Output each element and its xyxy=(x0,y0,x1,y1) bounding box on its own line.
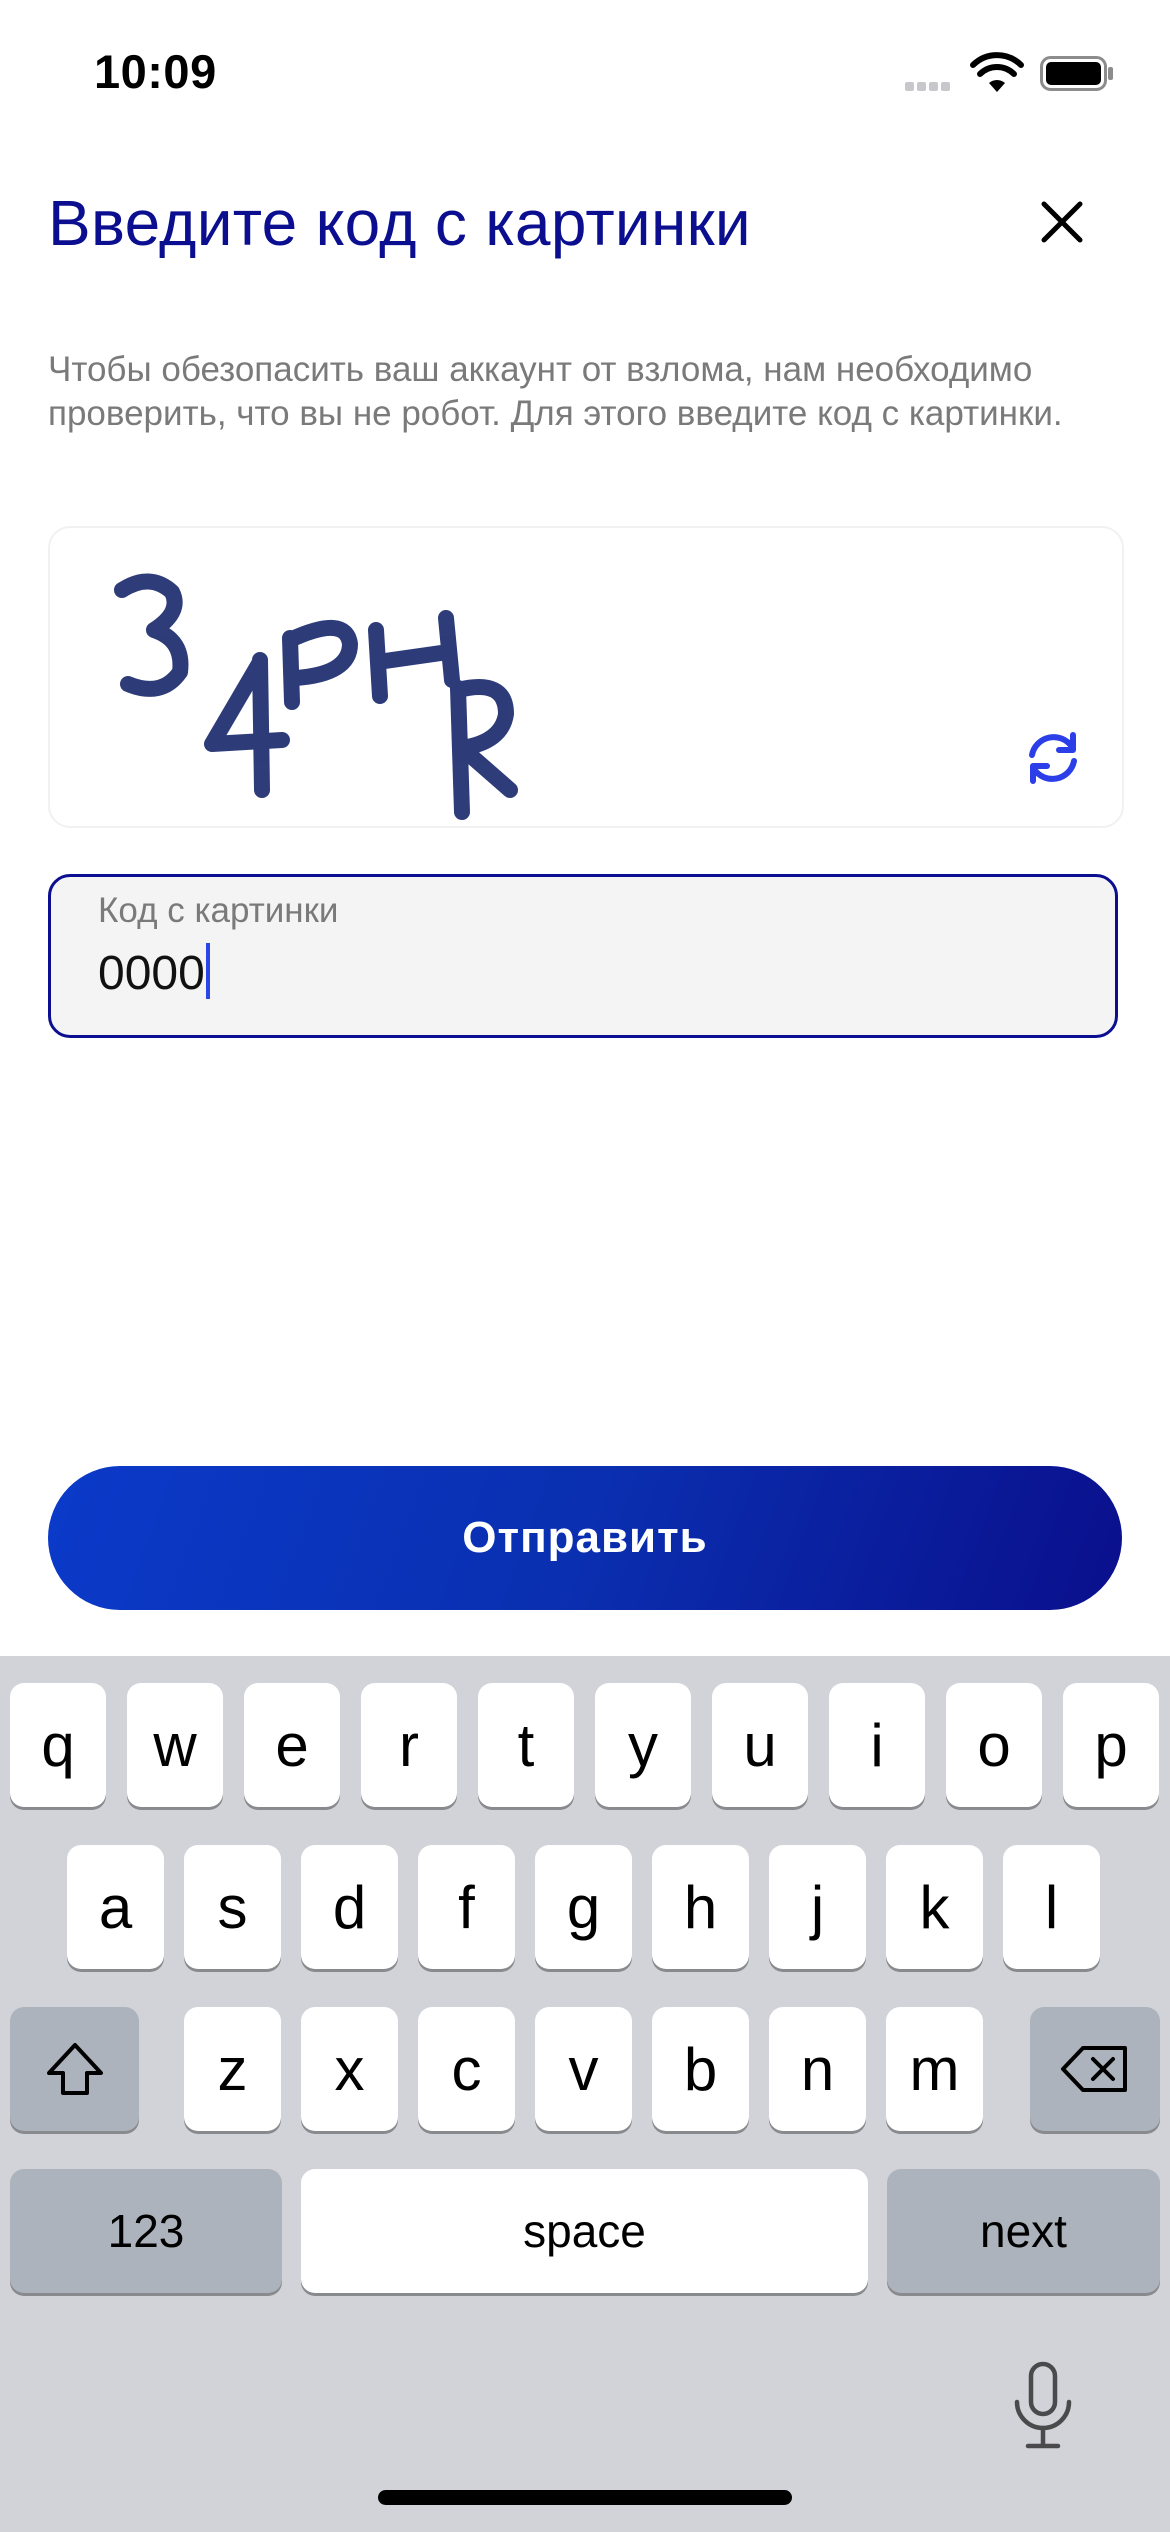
key-s[interactable]: s xyxy=(184,1845,281,1969)
text-caret xyxy=(205,943,210,999)
signal-icon xyxy=(905,78,959,91)
key-c[interactable]: c xyxy=(418,2007,515,2131)
microphone-icon[interactable] xyxy=(1008,2360,1078,2452)
backspace-icon xyxy=(1061,2046,1127,2092)
space-key[interactable]: space xyxy=(301,2169,868,2293)
page-title: Введите код с картинки xyxy=(48,187,751,259)
shift-icon xyxy=(46,2043,103,2095)
key-r[interactable]: r xyxy=(361,1683,457,1807)
key-v[interactable]: v xyxy=(535,2007,632,2131)
key-f[interactable]: f xyxy=(418,1845,515,1969)
captcha-code-field[interactable]: Код с картинки 0000 xyxy=(48,874,1118,1038)
key-k[interactable]: k xyxy=(886,1845,983,1969)
numbers-key[interactable]: 123 xyxy=(10,2169,282,2293)
captcha-text-image xyxy=(114,573,518,820)
key-u[interactable]: u xyxy=(712,1683,808,1807)
key-t[interactable]: t xyxy=(478,1683,574,1807)
key-w[interactable]: w xyxy=(127,1683,223,1807)
battery-icon xyxy=(1040,56,1113,91)
key-i[interactable]: i xyxy=(829,1683,925,1807)
field-value-wrap: 0000 xyxy=(98,943,210,1001)
key-b[interactable]: b xyxy=(652,2007,749,2131)
keyboard: q w e r t y u i o p a s d f g h j k l z … xyxy=(0,1656,1170,2532)
status-time: 10:09 xyxy=(94,45,217,98)
backspace-key[interactable] xyxy=(1030,2007,1160,2131)
key-q[interactable]: q xyxy=(10,1683,106,1807)
key-z[interactable]: z xyxy=(184,2007,281,2131)
wifi-icon xyxy=(970,52,1024,92)
key-e[interactable]: e xyxy=(244,1683,340,1807)
key-y[interactable]: y xyxy=(595,1683,691,1807)
key-d[interactable]: d xyxy=(301,1845,398,1969)
submit-button[interactable]: Отправить xyxy=(48,1466,1122,1610)
next-key[interactable]: next xyxy=(887,2169,1160,2293)
home-indicator xyxy=(378,2490,792,2505)
key-p[interactable]: p xyxy=(1063,1683,1159,1807)
key-o[interactable]: o xyxy=(946,1683,1042,1807)
captcha-image xyxy=(48,526,1124,828)
key-n[interactable]: n xyxy=(769,2007,866,2131)
field-value: 0000 xyxy=(98,947,205,1000)
key-g[interactable]: g xyxy=(535,1845,632,1969)
shift-key[interactable] xyxy=(10,2007,139,2131)
key-h[interactable]: h xyxy=(652,1845,749,1969)
field-label: Код с картинки xyxy=(98,891,339,930)
close-icon[interactable] xyxy=(1030,190,1094,254)
key-a[interactable]: a xyxy=(67,1845,164,1969)
refresh-icon[interactable] xyxy=(1018,723,1088,793)
description-text: Чтобы обезопасить ваш аккаунт от взлома,… xyxy=(48,350,1063,433)
key-j[interactable]: j xyxy=(769,1845,866,1969)
key-x[interactable]: x xyxy=(301,2007,398,2131)
key-m[interactable]: m xyxy=(886,2007,983,2131)
key-l[interactable]: l xyxy=(1003,1845,1100,1969)
